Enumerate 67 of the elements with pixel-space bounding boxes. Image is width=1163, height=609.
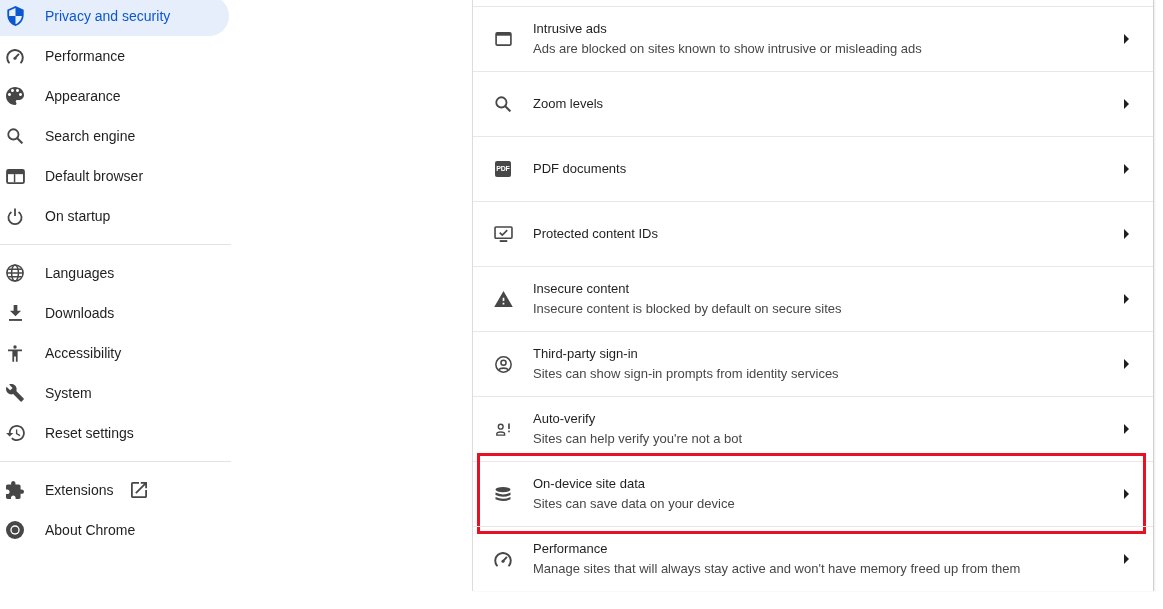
row-title: Insecure content [533, 280, 630, 298]
sidebar-item[interactable]: Downloads [0, 293, 229, 333]
row-description: Sites can help verify you're not a bot [533, 430, 743, 448]
row-title: Auto-verify [533, 410, 596, 428]
row-title: Performance [533, 540, 608, 558]
sidebar-item[interactable]: About Chrome [0, 510, 229, 550]
row-description: Insecure content is blocked by default on secure sites [533, 300, 842, 318]
sidebar-item[interactable]: Extensions [0, 470, 229, 510]
caret-right-icon [1124, 164, 1129, 174]
row-title: Third-party sign-in [533, 345, 638, 363]
row-description: Sites can save data on your device [533, 495, 735, 513]
settings-row[interactable]: Performance Manage sites that will always stay active and won't have memory freed up from them [473, 526, 1153, 591]
caret-right-icon [1124, 424, 1129, 434]
puzzle-icon [6, 481, 24, 499]
palette-icon [6, 87, 24, 105]
settings-row[interactable]: On-device site data Sites can save data on your device [473, 461, 1153, 526]
row-title: Intrusive ads [533, 20, 607, 38]
power-icon [7, 207, 23, 225]
settings-row[interactable]: Third-party sign-in Sites can show sign-in prompts from identity services [473, 331, 1153, 396]
search-icon [495, 96, 511, 112]
download-icon [8, 305, 22, 321]
settings-row[interactable]: Insecure content Insecure content is blocked by default on secure sites [473, 266, 1153, 331]
sidebar-item[interactable]: Appearance [0, 76, 229, 116]
window-icon [494, 32, 512, 46]
sidebar-item[interactable]: Default browser [0, 156, 229, 196]
row-title: On-device site data [533, 475, 645, 493]
sidebar-item[interactable]: On startup [0, 196, 229, 236]
row-title: Protected content IDs [533, 225, 658, 243]
caret-right-icon [1124, 34, 1129, 44]
sidebar-item[interactable]: Performance [0, 36, 229, 76]
sidebar-item[interactable]: Privacy and security [0, 0, 229, 36]
caret-right-icon [1124, 99, 1129, 109]
database-icon [495, 486, 511, 502]
monitor-check-icon [493, 226, 513, 242]
sidebar-item[interactable]: System [0, 373, 229, 413]
sidebar-item[interactable]: Languages [0, 253, 229, 293]
settings-row[interactable]: Intrusive ads Ads are blocked on sites known to show intrusive or misleading ads [473, 6, 1153, 71]
sidebar-item[interactable]: Reset settings [0, 413, 229, 453]
row-title: PDF documents [533, 160, 627, 178]
caret-right-icon [1124, 554, 1129, 564]
shield-icon [6, 6, 24, 26]
settings-row[interactable]: Auto-verify Sites can help verify you're not a bot [473, 396, 1153, 461]
row-description: Ads are blocked on sites known to show intrusive or misleading ads [533, 40, 922, 58]
wrench-icon [6, 384, 24, 402]
row-title: Zoom levels [533, 95, 604, 113]
search-icon [7, 128, 23, 144]
caret-right-icon [1124, 294, 1129, 304]
caret-right-icon [1124, 359, 1129, 369]
settings-row[interactable]: Protected content IDs [473, 201, 1153, 266]
caret-right-icon [1124, 489, 1129, 499]
row-description: Manage sites that will always stay active and won't have memory freed up from them [533, 560, 1021, 578]
person-circle-icon [494, 355, 512, 373]
external-link-icon [131, 482, 148, 498]
history-icon [5, 425, 25, 441]
sidebar-item[interactable]: Accessibility [0, 333, 229, 373]
person-alert-icon [495, 422, 511, 436]
gauge-icon [6, 48, 24, 64]
sidebar-item[interactable]: Search engine [0, 116, 229, 156]
row-description: Sites can show sign-in prompts from identity services [533, 365, 839, 383]
warning-icon [493, 291, 513, 307]
accessibility-figure-icon [8, 344, 22, 362]
settings-row[interactable]: Zoom levels [473, 71, 1153, 136]
globe-icon [6, 264, 24, 282]
circular-logo-icon [6, 521, 24, 539]
browser-window-icon [5, 168, 25, 184]
gauge-icon [494, 551, 512, 567]
caret-right-icon [1124, 229, 1129, 239]
